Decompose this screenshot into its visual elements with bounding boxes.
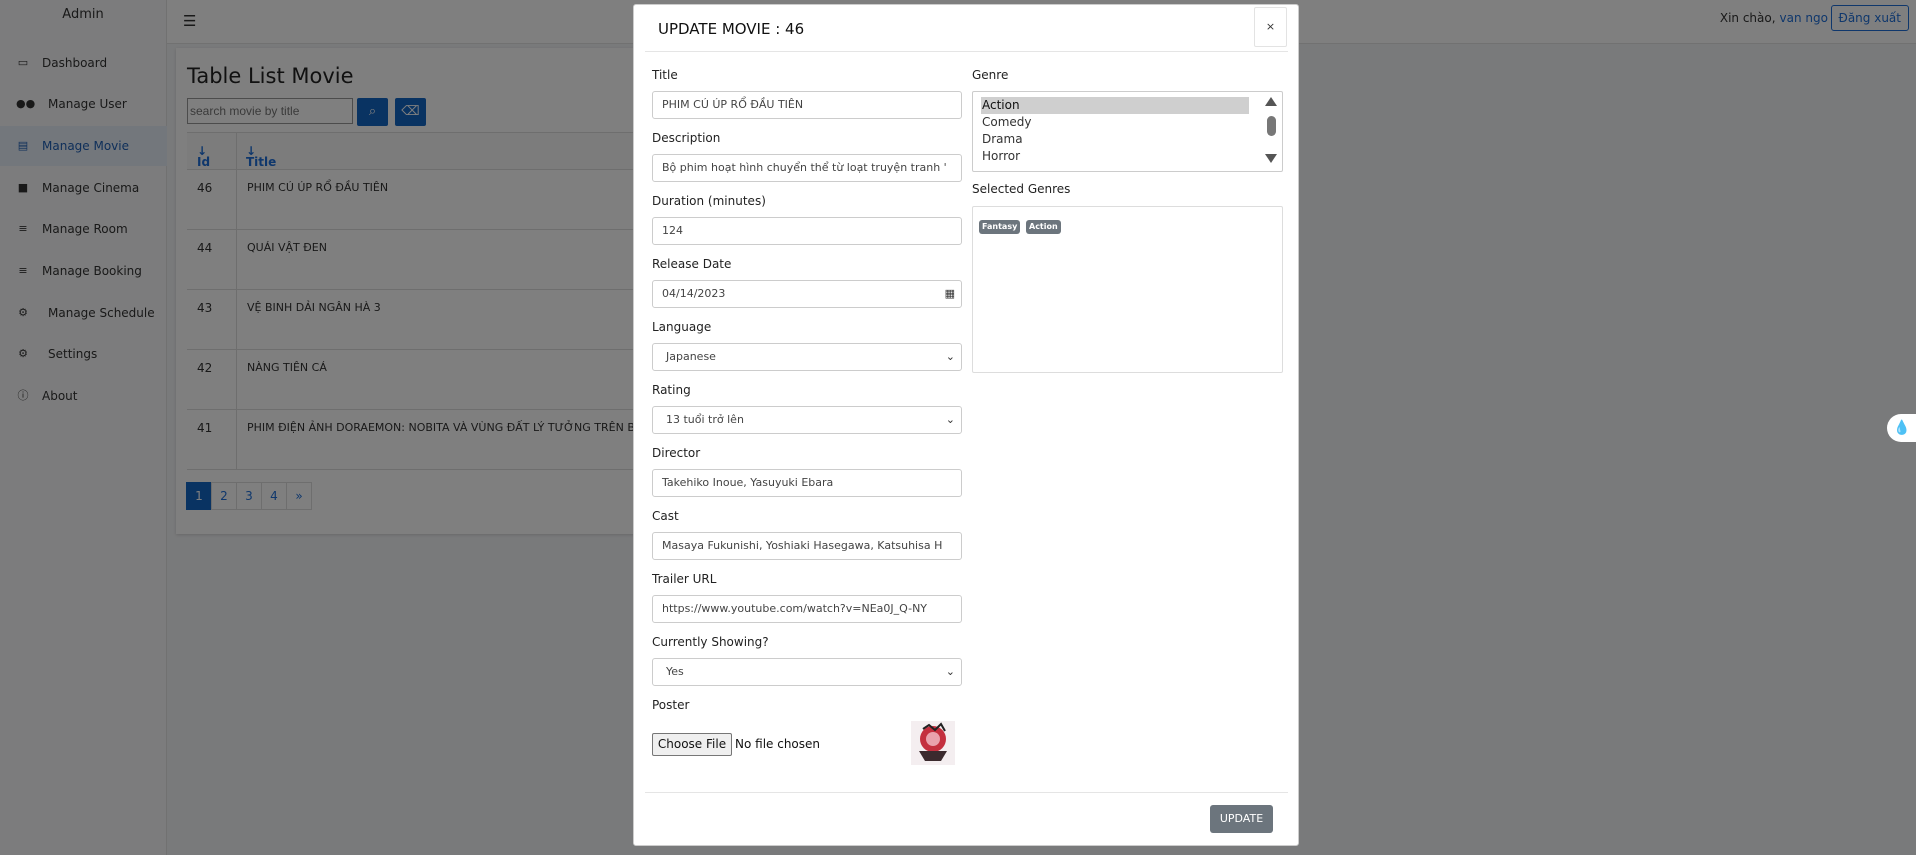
description-label: Description [652, 131, 721, 145]
genre-badge[interactable]: Action [1026, 220, 1061, 234]
duration-label: Duration (minutes) [652, 194, 766, 208]
language-select[interactable]: Japanese ⌄ [652, 343, 962, 371]
trailer-url-label: Trailer URL [652, 572, 717, 586]
rating-value: 13 tuổi trở lên [666, 413, 744, 426]
file-status-text: No file chosen [735, 737, 821, 751]
director-input[interactable]: Takehiko Inoue, Yasuyuki Ebara [652, 469, 962, 497]
currently-showing-label: Currently Showing? [652, 635, 769, 649]
scroll-up-arrow[interactable] [1265, 97, 1277, 106]
language-label: Language [652, 320, 712, 334]
update-movie-modal: UPDATE MOVIE : 46 × Title PHIM CÚ ÚP RỔ … [633, 4, 1299, 846]
trailer-url-input[interactable]: https://www.youtube.com/watch?v=NEa0J_Q-… [652, 595, 962, 623]
scrollbar-thumb[interactable] [1267, 116, 1276, 136]
droplet-icon: 💧 [1893, 420, 1911, 436]
chevron-down-icon: ⌄ [945, 350, 955, 363]
duration-input[interactable]: 124 [652, 217, 962, 245]
chevron-down-icon: ⌄ [945, 413, 955, 426]
description-input[interactable]: Bộ phim hoạt hình chuyển thể từ loạt tru… [652, 154, 962, 182]
rating-label: Rating [652, 383, 691, 397]
genre-multiselect[interactable]: Action Comedy Drama Horror [972, 91, 1283, 172]
choose-file-button[interactable]: Choose File [652, 733, 732, 756]
rating-select[interactable]: 13 tuổi trở lên ⌄ [652, 406, 962, 434]
scroll-down-arrow[interactable] [1265, 154, 1277, 163]
genre-label: Genre [972, 68, 1009, 82]
floating-widget-button[interactable]: 💧 [1887, 414, 1916, 442]
release-date-value: 04/14/2023 [662, 287, 726, 300]
poster-label: Poster [652, 698, 690, 712]
genre-option-drama[interactable]: Drama [981, 131, 1249, 148]
language-value: Japanese [666, 350, 716, 363]
calendar-icon[interactable]: ▦ [945, 281, 955, 307]
release-date-input[interactable]: 04/14/2023 ▦ [652, 280, 962, 308]
selected-genres-label: Selected Genres [972, 182, 1071, 196]
genre-option-comedy[interactable]: Comedy [981, 114, 1249, 131]
currently-showing-value: Yes [666, 665, 684, 678]
update-button[interactable]: UPDATE [1210, 805, 1273, 833]
genre-badge[interactable]: Fantasy [979, 220, 1021, 234]
modal-title: UPDATE MOVIE : 46 [658, 20, 805, 38]
currently-showing-select[interactable]: Yes ⌄ [652, 658, 962, 686]
chevron-down-icon: ⌄ [945, 665, 955, 678]
poster-thumbnail [911, 721, 955, 765]
cast-input[interactable]: Masaya Fukunishi, Yoshiaki Hasegawa, Kat… [652, 532, 962, 560]
selected-genres-box: Fantasy Action [972, 206, 1283, 373]
genre-option-horror[interactable]: Horror [981, 148, 1249, 165]
genre-option-action[interactable]: Action [981, 97, 1249, 114]
title-label: Title [652, 68, 678, 82]
director-label: Director [652, 446, 701, 460]
title-input[interactable]: PHIM CÚ ÚP RỔ ĐẦU TIÊN [652, 91, 962, 119]
close-icon: × [1265, 20, 1276, 33]
close-button[interactable]: × [1254, 7, 1287, 47]
release-date-label: Release Date [652, 257, 732, 271]
cast-label: Cast [652, 509, 679, 523]
